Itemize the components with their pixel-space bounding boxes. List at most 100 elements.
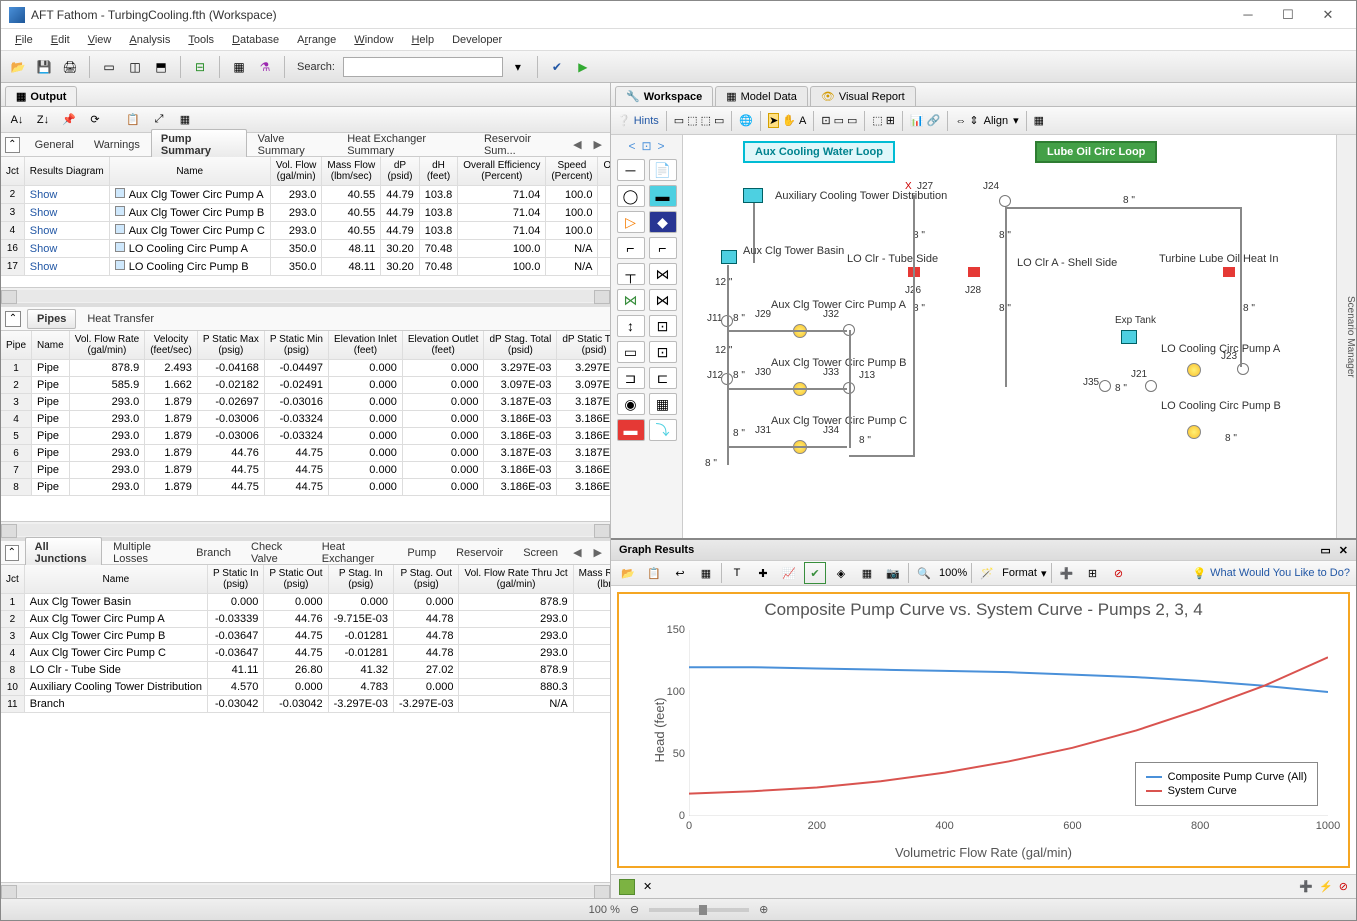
menu-developer[interactable]: Developer [444,32,510,48]
graph-close-icon[interactable]: ✕ [1339,544,1348,557]
history-back-icon[interactable]: < [628,139,635,153]
maximize-button[interactable]: ☐ [1268,1,1308,29]
minimize-button[interactable]: ─ [1228,1,1268,29]
pane-icon[interactable]: ▭ [714,114,724,127]
grid-icon[interactable]: ▦ [175,110,195,130]
tree-icon[interactable]: ⊟ [189,56,211,78]
tool-reducer-icon[interactable]: ⊐ [617,367,645,389]
gtb-copy-icon[interactable]: 📋 [643,562,665,584]
menu-arrange[interactable]: Arrange [289,32,344,48]
tool-tri-icon[interactable]: ▷ [617,211,645,233]
table-row[interactable]: 8LO Clr - Tube Side41.1126.8041.3227.028… [1,662,610,679]
refresh-icon[interactable]: ⟳ [85,110,105,130]
tool-red-icon[interactable]: ▬ [617,419,645,441]
table-row[interactable]: 4Aux Clg Tower Circ Pump C-0.0364744.75-… [1,645,610,662]
sel-dotted-icon[interactable]: ⬚ [701,114,711,127]
table-row[interactable]: 3ShowAux Clg Tower Circ Pump B293.040.55… [1,204,610,222]
tab-output[interactable]: ▦Output [5,86,77,106]
pointer-icon[interactable]: ➤ [768,113,779,128]
subtab-general[interactable]: General [26,136,83,154]
sel-dashed-icon[interactable]: ⬚ [687,114,697,127]
help-icon[interactable]: ❔ [617,114,631,127]
sel1-icon[interactable]: ▭ [834,114,844,127]
vgap-icon[interactable]: ⇕ [969,114,978,127]
table-row[interactable]: 17ShowLO Cooling Circ Pump B350.048.1130… [1,258,610,276]
sel-none-icon[interactable]: ▭ [674,114,684,127]
tool-pipe-icon[interactable]: ─ [617,159,645,181]
hand-icon[interactable]: ✋ [782,114,796,127]
table-row[interactable]: 2Pipe585.91.662-0.02182-0.024910.0000.00… [1,377,610,394]
zoom-out-icon[interactable]: ⊖ [630,903,639,916]
menu-window[interactable]: Window [346,32,401,48]
next-icon[interactable]: ▶ [590,138,606,151]
table-row[interactable]: 16ShowLO Cooling Circ Pump A350.048.1130… [1,240,610,258]
gtb-format-dd-icon[interactable]: ▾ [1041,567,1047,580]
tool-reservoir-icon[interactable]: ▬ [649,185,677,207]
gtb-back-icon[interactable]: ↩ [669,562,691,584]
tool-heatx-icon[interactable]: ⊡ [649,341,677,363]
sel2-icon[interactable]: ▭ [847,114,857,127]
tool-circle-icon[interactable]: ◯ [617,185,645,207]
table-row[interactable]: 6Pipe293.01.87944.7644.750.0000.0003.187… [1,445,610,462]
jct-table[interactable]: JctNameP Static In (psig)P Static Out (p… [1,565,610,882]
tool-elbow-icon[interactable]: ⌐ [617,237,645,259]
link-icon[interactable]: 🔗 [927,114,941,127]
table-row[interactable]: 2ShowAux Clg Tower Circ Pump A293.040.55… [1,186,610,204]
flask-icon[interactable]: ⚗ [254,56,276,78]
subtab-heatx[interactable]: Heat Exchanger Summary [338,130,473,160]
graph-clear-icon[interactable]: ⊘ [1339,880,1348,893]
subtab-warnings[interactable]: Warnings [85,136,149,154]
subtab-alljunctions[interactable]: All Junctions [25,537,102,569]
collapse-jct-section[interactable]: ⌃ [5,545,19,561]
gtb-grid-icon[interactable]: ▦ [695,562,717,584]
tool-pump-icon[interactable]: ◆ [649,211,677,233]
expand-icon[interactable]: ⤢ [149,110,169,130]
collapse-pump-section[interactable]: ⌃ [5,137,20,153]
gtb-wand-icon[interactable]: 🪄 [976,562,998,584]
pin-icon[interactable]: 📌 [59,110,79,130]
table-row[interactable]: 3Aux Clg Tower Circ Pump B-0.0364744.75-… [1,628,610,645]
gtb-tool2-icon[interactable]: ⊘ [1108,562,1130,584]
gtb-zoom-icon[interactable]: 🔍 [913,562,935,584]
tool-orifice-icon[interactable]: ◉ [617,393,645,415]
pane-vsplit-icon[interactable]: ◫ [124,56,146,78]
tool-note-icon[interactable]: 📄 [649,159,677,181]
tool-expander-icon[interactable]: ⊏ [649,367,677,389]
prev-icon[interactable]: ◀ [569,138,585,151]
tab-modeldata[interactable]: ▦Model Data [715,86,808,106]
help-link[interactable]: 💡 What Would You Like to Do? [1192,567,1350,580]
menu-edit[interactable]: Edit [43,32,78,48]
table-row[interactable]: 1Pipe878.92.493-0.04168-0.044970.0000.00… [1,360,610,377]
pipes-table[interactable]: PipeNameVol. Flow Rate (gal/min)Velocity… [1,331,610,521]
close-button[interactable]: ✕ [1308,1,1348,29]
pane-single-icon[interactable]: ▭ [98,56,120,78]
tool-spray2-icon[interactable]: ⤵ [649,419,677,441]
copy-icon[interactable]: 📋 [123,110,143,130]
pipes-hscroll[interactable] [1,521,610,537]
subtab-heatexchanger[interactable]: Heat Exchanger [313,538,397,568]
gtb-check-icon[interactable]: ✔ [804,562,826,584]
graph-bolt-icon[interactable]: ⚡ [1319,880,1333,893]
table-row[interactable]: 2Aux Clg Tower Circ Pump A-0.0333944.76-… [1,611,610,628]
print-icon[interactable]: 🖨 [59,56,81,78]
menu-view[interactable]: View [80,32,120,48]
globe-icon[interactable]: 🌐 [739,114,753,127]
tool-valve2-icon[interactable]: ⋈ [649,289,677,311]
gtb-folder-icon[interactable]: 📂 [617,562,639,584]
run-icon[interactable]: ▶ [572,56,594,78]
tool-valve-icon[interactable]: ⋈ [649,263,677,285]
tool-spray-icon[interactable]: ↕ [617,315,645,337]
tab-visualreport[interactable]: 👁Visual Report [810,86,916,106]
misc2-icon[interactable]: ⊞ [886,114,895,127]
table-row[interactable]: 4Pipe293.01.879-0.03006-0.033240.0000.00… [1,411,610,428]
text-icon[interactable]: A [799,115,806,127]
save-icon[interactable]: 💾 [33,56,55,78]
tool-tee-icon[interactable]: ┬ [617,263,645,285]
subtab-multilosses[interactable]: Multiple Losses [104,538,185,568]
table-row[interactable]: 4ShowAux Clg Tower Circ Pump C293.040.55… [1,222,610,240]
subtab-pump[interactable]: Pump Summary [151,129,247,161]
next-icon-2[interactable]: ▶ [590,546,606,559]
menu-file[interactable]: File [7,32,41,48]
sort-za-icon[interactable]: Z↓ [33,110,53,130]
hints-label[interactable]: Hints [634,115,659,127]
